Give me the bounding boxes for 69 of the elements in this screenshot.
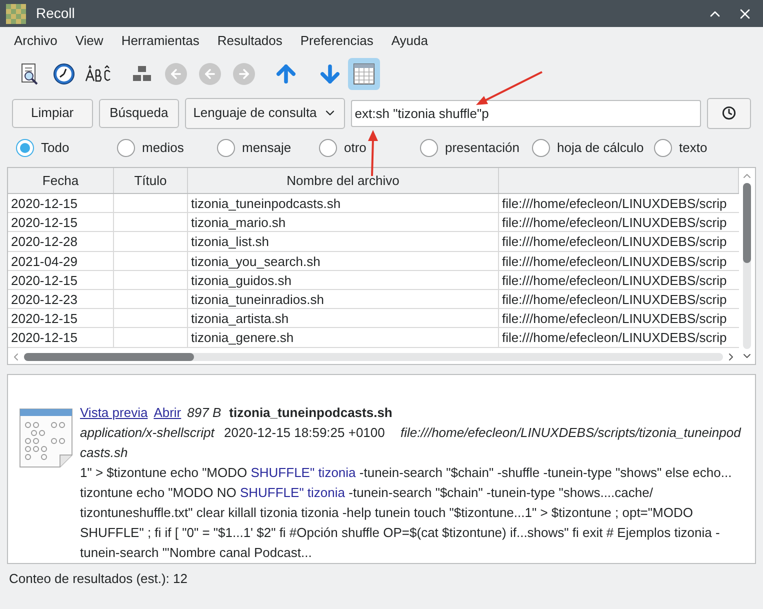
menu-item[interactable]: Archivo <box>14 31 58 51</box>
table-cell: 2020-12-28 <box>11 234 78 250</box>
scrollbar-thumb[interactable] <box>743 183 751 263</box>
table-cell: file:///home/efecleon/LINUXDEBS/scrip <box>502 196 727 211</box>
filter-radio[interactable]: presentación <box>420 138 532 158</box>
open-link[interactable]: Abrir <box>154 403 182 423</box>
table-cell: tizonia_genere.sh <box>191 330 294 346</box>
clock-icon <box>722 106 736 120</box>
menu-item[interactable]: Preferencias <box>300 31 374 51</box>
snippet-text: 1" > $tizontune echo "MODO SHUFFLE" tizonia -tunein-search "$chain" -shuffle -tunein-type "shows" else echo... tizontune echo "MODO NO SHUFFLE" tizonia -tunein-search "$chain" -tunein-type "shows....cache/ tizontuneshuffle.txt" clear killall tizonia tizonia -help tunein touch "$tizontune...1" > $tizontune ; opt="MODO SHUFFLE" ; fi if [ "0" = "$1...1' $2" fi #Opción shuffle OP=$(cat $tizontune) if...shows" fi exit # Ejemplos tizonia -tunein-search "'Nombre canal Podcast... <box>80 464 733 562</box>
filter-radio[interactable]: Todo <box>16 138 117 158</box>
annotation-arrow <box>474 70 544 106</box>
table-cell: file:///home/efecleon/LINUXDEBS/scrip <box>502 272 727 288</box>
search-button[interactable]: Búsqueda <box>98 98 180 128</box>
column-header[interactable]: Título <box>134 170 167 190</box>
table-cell: 2020-12-15 <box>11 215 78 230</box>
table-cell: 2020-12-15 <box>11 196 78 211</box>
table-row[interactable]: 2020-12-15 tizonia_guidos.sh file:///home/efecleon/LINUXDEBS/scrip <box>8 270 739 290</box>
table-cell: file:///home/efecleon/LINUXDEBS/scrip <box>502 330 727 346</box>
table-row[interactable]: 2020-12-15 tizonia_tuneinpodcasts.sh file:///home/efecleon/LINUXDEBS/scrip <box>8 194 739 214</box>
file-metadata: application/x-shellscript 2020-12-15 18:59:25 +0100 file:///home/efecleon/LINUXDEBS/scripts/tizonia_tuneinpodcasts.sh <box>80 424 742 462</box>
table-cell: file:///home/efecleon/LINUXDEBS/scrip <box>502 254 727 269</box>
filter-radio[interactable]: hoja de cálculo <box>532 138 654 158</box>
status-bar-text: Conteo de resultados (est.): 12 <box>9 570 188 588</box>
table-cell: 2020-12-23 <box>11 292 78 307</box>
table-cell: tizonia_you_search.sh <box>191 254 320 269</box>
table-row[interactable]: 2020-12-15 tizonia_mario.sh file:///home/efecleon/LINUXDEBS/scrip <box>8 213 739 232</box>
query-mode-dropdown[interactable]: Lenguaje de consulta <box>185 98 345 128</box>
menu-item[interactable]: Resultados <box>217 31 282 51</box>
table-cell: tizonia_tuneinradios.sh <box>191 292 324 307</box>
filter-radio[interactable]: texto <box>654 138 708 158</box>
table-cell: tizonia_list.sh <box>191 234 270 250</box>
table-cell: tizonia_mario.sh <box>191 215 286 230</box>
source-file-icon <box>18 407 74 469</box>
table-cell: file:///home/efecleon/LINUXDEBS/scrip <box>502 215 727 230</box>
table-row[interactable]: 2020-12-15 tizonia_artista.sh file:///home/efecleon/LINUXDEBS/scrip <box>8 309 739 328</box>
table-row[interactable]: 2020-12-23 tizonia_tuneinradios.sh file:///home/efecleon/LINUXDEBS/scrip <box>8 290 739 310</box>
table-cell: tizonia_guidos.sh <box>191 272 292 288</box>
menu-item[interactable]: Ayuda <box>391 31 428 51</box>
table-row[interactable]: 2020-12-15 tizonia_genere.sh file:///home/efecleon/LINUXDEBS/scrip <box>8 328 739 348</box>
table-cell: 2021-04-29 <box>11 254 78 269</box>
menu-item[interactable]: Herramientas <box>121 31 200 51</box>
clear-button[interactable]: Limpiar <box>12 98 93 128</box>
file-name: tizonia_tuneinpodcasts.sh <box>229 404 392 422</box>
table-cell: 2020-12-15 <box>11 330 78 346</box>
table-cell: file:///home/efecleon/LINUXDEBS/scrip <box>502 234 727 250</box>
table-cell: file:///home/efecleon/LINUXDEBS/scrip <box>502 311 727 326</box>
table-cell: file:///home/efecleon/LINUXDEBS/scrip <box>502 292 727 307</box>
annotation-arrow <box>366 129 380 177</box>
column-header[interactable]: Nombre del archivo <box>286 170 400 190</box>
checkered-app-icon <box>6 4 26 24</box>
history-button[interactable] <box>707 98 751 128</box>
table-row[interactable]: 2020-12-28 tizonia_list.sh file:///home/efecleon/LINUXDEBS/scrip <box>8 232 739 252</box>
table-row[interactable]: 2021-04-29 tizonia_you_search.sh file:///home/efecleon/LINUXDEBS/scrip <box>8 252 739 271</box>
file-size: 897 B <box>187 404 222 422</box>
table-cell: 2020-12-15 <box>11 272 78 288</box>
search-field[interactable]: ext:sh "tizonia shuffle"p <box>350 100 701 126</box>
table-cell: tizonia_artista.sh <box>191 311 289 326</box>
filter-radio[interactable]: mensaje <box>217 138 319 158</box>
window-title: Recoll <box>36 4 75 23</box>
table-cell: tizonia_tuneinpodcasts.sh <box>191 196 341 211</box>
menu-item[interactable]: View <box>75 31 104 51</box>
filter-radio[interactable]: otro <box>319 138 420 158</box>
preview-link[interactable]: Vista previa <box>80 403 148 423</box>
scrollbar-thumb[interactable] <box>24 353 194 361</box>
table-icon[interactable] <box>348 58 380 90</box>
table-cell: 2020-12-15 <box>11 311 78 326</box>
column-header[interactable]: Fecha <box>42 170 79 190</box>
filter-radio[interactable]: medios <box>117 138 217 158</box>
